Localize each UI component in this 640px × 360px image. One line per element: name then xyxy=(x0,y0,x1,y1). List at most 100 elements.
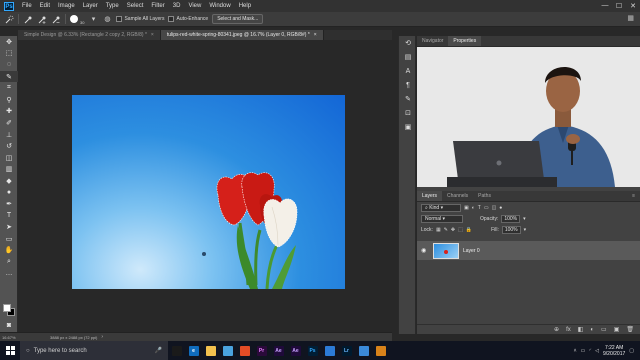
taskbar-app[interactable]: Lr xyxy=(338,341,355,360)
taskbar-app[interactable]: Ae xyxy=(287,341,304,360)
adjustments-icon[interactable]: ▤ xyxy=(399,50,417,64)
filter-shape-icon[interactable]: ▭ xyxy=(484,205,489,211)
filter-smart-icon[interactable]: ◫ xyxy=(492,205,497,211)
menu-file[interactable]: File xyxy=(18,3,36,9)
menu-type[interactable]: Type xyxy=(102,3,123,9)
taskbar-search[interactable]: ○ Type here to search 🎤 xyxy=(20,341,168,360)
fill-input[interactable]: 100% xyxy=(501,225,521,234)
hand-tool-icon[interactable]: ✋ xyxy=(0,245,18,257)
lasso-tool-icon[interactable]: ◌ xyxy=(0,59,18,71)
filter-toggle-icon[interactable]: ● xyxy=(499,205,502,211)
close-button[interactable]: ✕ xyxy=(626,2,640,10)
taskbar-app[interactable]: Pr xyxy=(253,341,270,360)
zoom-tool-icon[interactable]: ⌕ xyxy=(0,256,18,268)
notification-icon[interactable]: ▢ xyxy=(629,348,634,354)
character-icon[interactable]: A xyxy=(399,64,417,78)
eyedropper-tool-icon[interactable]: ⚲ xyxy=(0,94,18,106)
kind-filter-select[interactable]: ⌕ Kind ▾ xyxy=(421,203,461,212)
filter-type-icon[interactable]: T xyxy=(478,205,481,211)
taskbar-app[interactable]: e xyxy=(185,341,202,360)
minimize-button[interactable]: — xyxy=(598,2,612,10)
pressure-icon[interactable]: ◍ xyxy=(102,14,112,24)
taskbar-app[interactable]: Ps xyxy=(304,341,321,360)
libraries-icon[interactable]: ▣ xyxy=(399,120,417,134)
new-group-icon[interactable]: ▭ xyxy=(601,326,607,333)
menu-layer[interactable]: Layer xyxy=(79,3,102,9)
windows-start-icon[interactable] xyxy=(0,341,20,360)
checkbox-box[interactable] xyxy=(168,16,175,22)
chevron-down-icon[interactable]: ▾ xyxy=(88,14,98,24)
menu-select[interactable]: Select xyxy=(123,3,148,9)
tulip-photo[interactable] xyxy=(72,95,345,289)
link-layers-icon[interactable]: ⊕ xyxy=(554,326,559,333)
lock-artboard-icon[interactable]: ⬚ xyxy=(458,227,463,233)
gradient-tool-icon[interactable]: ▥ xyxy=(0,164,18,176)
adjustment-layer-icon[interactable]: ◐ xyxy=(590,327,594,333)
tab-layers[interactable]: Layers xyxy=(417,191,443,201)
menu-image[interactable]: Image xyxy=(54,3,79,9)
add-to-selection-icon[interactable] xyxy=(37,14,47,24)
tab-paths[interactable]: Paths xyxy=(473,191,496,201)
lock-all-icon[interactable]: 🔒 xyxy=(466,227,472,233)
volume-icon[interactable]: ◁ xyxy=(595,348,599,354)
layer-thumbnail[interactable] xyxy=(433,242,459,259)
layer-row[interactable]: ◉ Layer 0 xyxy=(417,241,640,260)
clock[interactable]: 7:22 AM 9/20/2017 xyxy=(603,345,625,357)
panel-menu-icon[interactable]: ≡ xyxy=(627,191,640,201)
eraser-tool-icon[interactable]: ◫ xyxy=(0,152,18,164)
auto-enhance-checkbox[interactable]: Auto-Enhance xyxy=(168,16,208,22)
menu-filter[interactable]: Filter xyxy=(147,3,168,9)
tab-properties[interactable]: Properties xyxy=(448,36,482,46)
menu-help[interactable]: Help xyxy=(235,3,255,9)
layer-name[interactable]: Layer 0 xyxy=(463,248,480,254)
maximize-button[interactable]: ☐ xyxy=(612,2,626,10)
shape-tool-icon[interactable]: ▭ xyxy=(0,233,18,245)
quick-mask-icon[interactable]: ◙ xyxy=(0,320,18,332)
taskbar-app[interactable]: Ae xyxy=(270,341,287,360)
microphone-icon[interactable]: 🎤 xyxy=(155,347,162,354)
select-and-mask-button[interactable]: Select and Mask... xyxy=(212,14,264,24)
move-tool-icon[interactable]: ✥ xyxy=(0,36,18,48)
new-layer-icon[interactable]: ▣ xyxy=(614,326,620,333)
blend-mode-select[interactable]: Normal ▾ xyxy=(421,214,463,223)
history-brush-icon[interactable]: ↺ xyxy=(0,140,18,152)
chevron-down-icon[interactable]: ▾ xyxy=(524,227,527,233)
crop-tool-icon[interactable]: ⌗ xyxy=(0,82,18,94)
foreground-color-swatch[interactable] xyxy=(3,304,11,312)
menu-edit[interactable]: Edit xyxy=(36,3,54,9)
new-selection-icon[interactable] xyxy=(23,14,33,24)
paragraph-icon[interactable]: ¶ xyxy=(399,78,417,92)
network-icon[interactable]: ◜ xyxy=(589,348,591,354)
eye-icon[interactable]: ◉ xyxy=(421,247,429,254)
menu-3d[interactable]: 3D xyxy=(169,3,185,9)
healing-brush-icon[interactable]: ✚ xyxy=(0,106,18,118)
brush-preview-icon[interactable] xyxy=(70,15,78,23)
menu-view[interactable]: View xyxy=(184,3,205,9)
quick-selection-tool-icon[interactable]: ✎ xyxy=(0,70,18,83)
clone-source-icon[interactable]: ⊡ xyxy=(399,106,417,120)
filter-adjustment-icon[interactable]: ◐ xyxy=(472,205,475,211)
more-tools-icon[interactable]: … xyxy=(0,268,18,280)
subtract-from-selection-icon[interactable] xyxy=(51,14,61,24)
taskbar-app[interactable] xyxy=(372,341,389,360)
zoom-level[interactable]: 16.67% xyxy=(0,335,30,340)
blur-tool-icon[interactable]: ◆ xyxy=(0,175,18,187)
photoshop-logo[interactable]: Ps xyxy=(4,1,14,11)
brush-tool-icon[interactable]: ✐ xyxy=(0,117,18,129)
pen-tool-icon[interactable]: ✒ xyxy=(0,198,18,210)
quick-selection-tool-icon[interactable] xyxy=(4,14,14,24)
clone-stamp-icon[interactable]: ⊥ xyxy=(0,129,18,141)
taskbar-app[interactable] xyxy=(236,341,253,360)
battery-icon[interactable]: ▭ xyxy=(580,348,585,354)
opacity-input[interactable]: 100% xyxy=(501,214,521,223)
history-icon[interactable]: ⟲ xyxy=(399,36,417,50)
color-swatches[interactable] xyxy=(3,304,15,316)
close-icon[interactable]: × xyxy=(151,32,154,38)
taskbar-app[interactable] xyxy=(168,341,185,360)
fx-icon[interactable]: fx xyxy=(566,327,571,333)
filter-pixel-icon[interactable]: ▣ xyxy=(464,205,469,211)
tab-channels[interactable]: Channels xyxy=(442,191,473,201)
trash-icon[interactable]: 🗑 xyxy=(626,326,634,333)
marquee-tool-icon[interactable]: ⬚ xyxy=(0,48,18,60)
checkbox-box[interactable] xyxy=(116,16,123,22)
